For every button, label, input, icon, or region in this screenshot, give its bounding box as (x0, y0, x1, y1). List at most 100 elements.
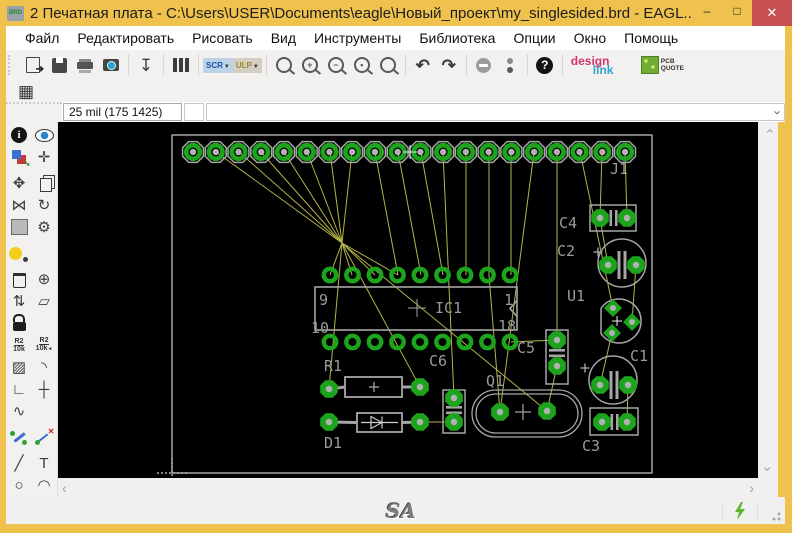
component-C1[interactable]: C1 (581, 347, 649, 404)
window-border-left (0, 26, 6, 533)
command-dropdown-icon[interactable]: › (771, 110, 784, 114)
tool-display[interactable] (7, 146, 32, 168)
tool-copy[interactable] (32, 172, 57, 194)
tool-split[interactable]: ∟ (7, 378, 32, 400)
window-border-bottom (0, 524, 792, 533)
close-button[interactable]: ✕ (752, 0, 792, 26)
component-R1[interactable]: R1 (320, 357, 429, 398)
scroll-right-icon[interactable]: › (745, 479, 758, 497)
palette-grip (6, 102, 62, 122)
cols-icon[interactable] (168, 52, 194, 78)
designlink-logo[interactable]: designlink (567, 52, 631, 78)
component-C3[interactable]: C3 (582, 408, 638, 455)
scroll-up-icon[interactable]: › (759, 125, 777, 138)
scroll-left-icon[interactable]: ‹ (58, 479, 71, 497)
zoomfit-icon[interactable] (271, 52, 297, 78)
scrollbar-corner (758, 478, 778, 497)
grid-settings-icon[interactable]: ▦ (18, 83, 34, 100)
undo-icon[interactable]: ↶ (410, 52, 436, 78)
component-D1[interactable]: D1 (320, 413, 429, 452)
component-C2[interactable]: C2 (557, 239, 646, 287)
tool-circle[interactable]: ○ (7, 474, 32, 496)
tool-text[interactable]: T (32, 452, 57, 474)
tool-empty (32, 242, 57, 264)
export-icon[interactable] (20, 52, 46, 78)
tool-meander[interactable]: ∿ (7, 400, 32, 422)
tool-paste[interactable] (7, 242, 32, 264)
menu-help[interactable]: Помощь (615, 28, 687, 48)
dots-icon[interactable] (497, 52, 523, 78)
pcbquote-logo[interactable]: PCB QUOTE (631, 52, 684, 78)
tool-value[interactable]: R210k (32, 334, 57, 356)
pcb-canvas[interactable]: J1 IC1911018 C4 C2 U1C5C1C3 R1 D1 C6 Q1 (58, 122, 758, 478)
tool-mark[interactable]: ✛ (32, 146, 57, 168)
watermark-text: SA (386, 499, 416, 523)
tool-change[interactable]: ⚙ (32, 216, 57, 238)
redo-icon[interactable]: ↷ (436, 52, 462, 78)
stop-icon[interactable] (471, 52, 497, 78)
component-Q1[interactable]: Q1 (472, 372, 582, 437)
tool-move[interactable]: ✥ (7, 172, 32, 194)
save-icon[interactable] (46, 52, 72, 78)
sheets-icon[interactable]: ↧ (133, 52, 159, 78)
menu-draw[interactable]: Рисовать (183, 28, 262, 48)
vertical-scrollbar[interactable]: › › (758, 122, 778, 478)
menu-library[interactable]: Библиотека (410, 28, 504, 48)
maximize-button[interactable]: □ (722, 0, 752, 22)
tool-route[interactable] (7, 426, 32, 448)
zoomredraw-icon[interactable] (375, 52, 401, 78)
zoomout-icon[interactable]: − (323, 52, 349, 78)
tool-info[interactable] (7, 124, 32, 146)
tool-rotate[interactable]: ↻ (32, 194, 57, 216)
menu-window[interactable]: Окно (565, 28, 616, 48)
component-C6[interactable]: C6 (429, 352, 465, 433)
help-icon[interactable] (532, 52, 558, 78)
print-icon[interactable] (72, 52, 98, 78)
tool-wire[interactable]: ╱ (7, 452, 32, 474)
menu-view[interactable]: Вид (262, 28, 305, 48)
coordinate-display: 25 mil (175 1425) (63, 103, 182, 121)
command-input[interactable]: › (206, 103, 785, 121)
tool-add[interactable]: ⊕ (32, 268, 57, 290)
cam-icon[interactable] (98, 52, 124, 78)
tool-ripup[interactable] (32, 426, 57, 448)
minimize-button[interactable]: – (692, 0, 722, 22)
menu-file[interactable]: Файл (16, 28, 68, 48)
tool-mirror[interactable]: ⋈ (7, 194, 32, 216)
menu-bar: ФайлРедактироватьРисоватьВидИнструментыБ… (6, 26, 785, 51)
svg-text:Q1: Q1 (486, 372, 504, 390)
title-bar[interactable]: BRD 2 Печатная плата - C:\Users\USER\Doc… (0, 0, 792, 26)
component-IC1[interactable]: IC1911018 (311, 269, 517, 348)
tool-group[interactable] (7, 216, 32, 238)
zoomsel-icon[interactable]: • (349, 52, 375, 78)
svg-text:C2: C2 (557, 242, 575, 260)
ulp-button[interactable]: ULP▼ (233, 52, 262, 78)
tool-arc[interactable]: ◠ (32, 474, 57, 496)
svg-text:C6: C6 (429, 352, 447, 370)
resize-grip[interactable] (769, 509, 781, 521)
component-U1[interactable]: U1 (567, 287, 641, 343)
tool-empty (32, 312, 57, 334)
tool-smash[interactable]: ▨ (7, 356, 32, 378)
menu-edit[interactable]: Редактировать (68, 28, 183, 48)
component-C5[interactable]: C5 (517, 330, 568, 384)
tool-lock[interactable] (7, 312, 32, 334)
component-J1[interactable]: J1 (183, 142, 636, 178)
horizontal-scrollbar[interactable]: ‹ › (58, 478, 758, 497)
secondary-toolbar: ▦ (6, 80, 785, 103)
menu-options[interactable]: Опции (504, 28, 564, 48)
scr-button[interactable]: SCR▼ (203, 52, 233, 78)
tool-pinswap[interactable]: ⇅ (7, 290, 32, 312)
tool-show[interactable] (32, 124, 57, 146)
tool-optimize[interactable]: ┼ (32, 378, 57, 400)
zoomin-icon[interactable]: + (297, 52, 323, 78)
scroll-down-icon[interactable]: › (759, 463, 777, 476)
menu-tools[interactable]: Инструменты (305, 28, 410, 48)
drc-status-icon[interactable] (732, 502, 748, 520)
tool-delete[interactable] (7, 268, 32, 290)
component-C4[interactable]: C4 (559, 205, 636, 232)
tool-replace[interactable]: ▱ (32, 290, 57, 312)
tool-name[interactable]: R210k (7, 334, 32, 356)
svg-text:10: 10 (311, 319, 329, 337)
tool-miter[interactable]: ◝ (32, 356, 57, 378)
